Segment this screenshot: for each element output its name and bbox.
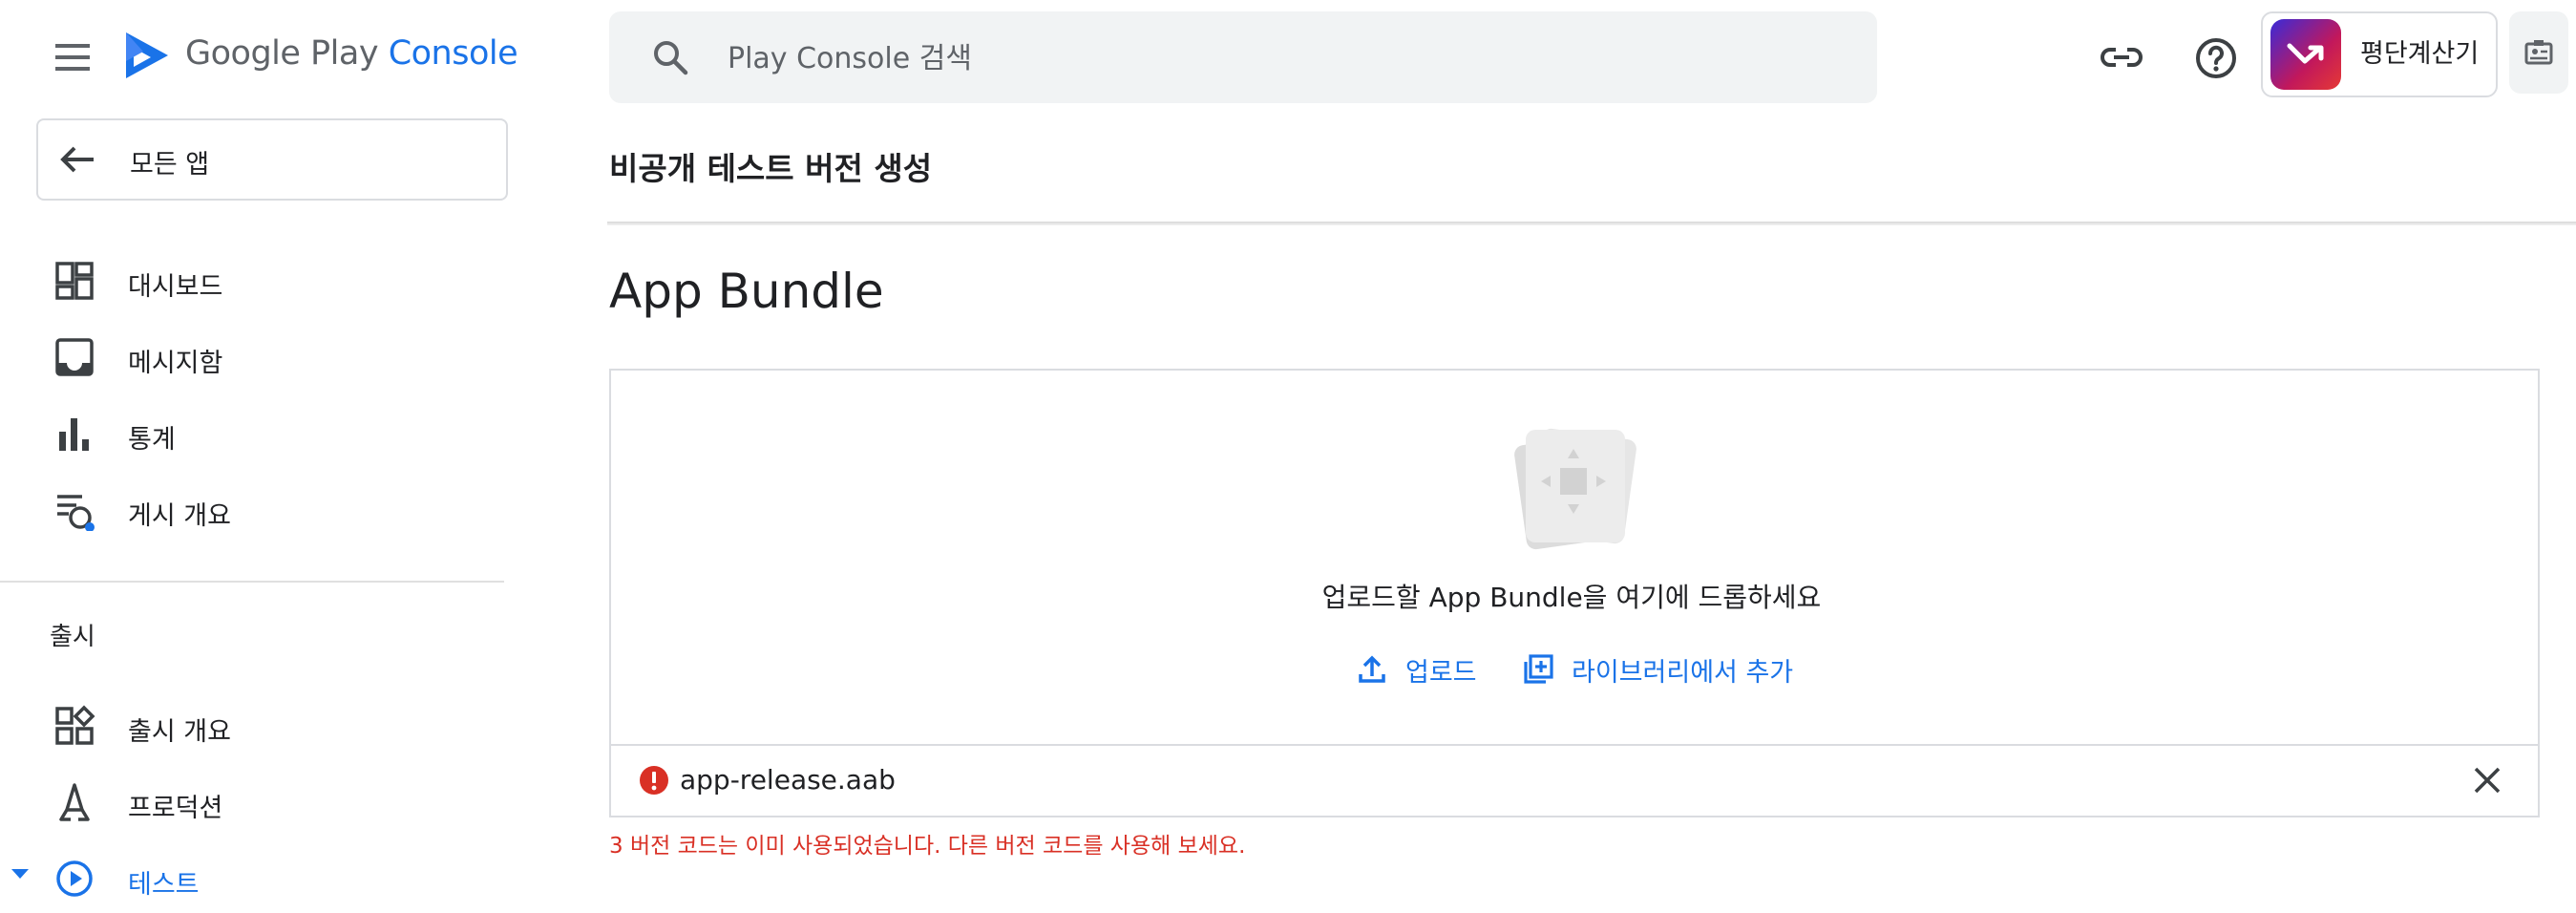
copy-link-button[interactable]: [2097, 32, 2146, 82]
help-button[interactable]: [2190, 32, 2242, 84]
add-from-library-label: 라이브러리에서 추가: [1572, 658, 1794, 688]
sidebar-item-label: 메시지함: [128, 349, 223, 378]
testing-icon: [56, 860, 93, 897]
close-icon: [2474, 767, 2501, 794]
remove-file-button[interactable]: [2469, 762, 2505, 798]
all-apps-button[interactable]: 모든 앱: [36, 118, 508, 201]
sidebar-item-label: 프로덕션: [128, 794, 223, 823]
section-heading: App Bundle: [609, 264, 884, 319]
dashboard-icon: [55, 262, 94, 300]
upload-icon: [1359, 655, 1385, 683]
sidebar-item-publishing-overview[interactable]: 게시 개요: [0, 476, 504, 544]
sidebar-item-dashboard[interactable]: 대시보드: [0, 246, 504, 315]
production-icon: [59, 783, 90, 821]
brand-suffix: Console: [388, 34, 518, 73]
page-title: 비공개 테스트 버전 생성: [609, 150, 933, 187]
sidebar-item-label: 대시보드: [128, 272, 223, 302]
brand-name: Google Play: [185, 34, 379, 73]
play-console-logo-icon: [122, 29, 172, 82]
sidebar-item-statistics[interactable]: 통계: [0, 399, 504, 468]
sidebar-item-release-overview[interactable]: 출시 개요: [0, 691, 504, 760]
statistics-icon: [59, 418, 89, 451]
library-add-icon: [1524, 654, 1553, 684]
arrow-back-icon: [60, 146, 94, 173]
search-input[interactable]: [726, 27, 1827, 90]
drop-instruction: 업로드할 App Bundle을 여기에 드롭하세요: [1321, 582, 1822, 613]
header-divider: [607, 222, 2576, 225]
error-icon: [638, 764, 670, 796]
release-overview-icon: [55, 705, 95, 745]
product-brand[interactable]: Google Play Console: [185, 34, 518, 73]
app-name: 평단계산기: [2360, 39, 2480, 69]
inbox-icon: [55, 338, 94, 376]
upload-label: 업로드: [1405, 658, 1477, 688]
app-icon: [2270, 19, 2341, 90]
file-row-divider: [611, 744, 2538, 746]
sidebar-item-label: 테스트: [128, 870, 200, 900]
help-icon: [2196, 38, 2236, 78]
sidebar-item-label: 통계: [128, 425, 176, 455]
sidebar-item-testing[interactable]: 테스트: [0, 844, 504, 913]
link-icon: [2101, 48, 2143, 67]
app-bundle-icon: [1505, 420, 1648, 563]
sidebar-item-label: 출시 개요: [128, 717, 231, 747]
uploaded-file-name: app-release.aab: [680, 764, 896, 796]
search-icon: [649, 36, 691, 78]
sidebar-section-label: 출시: [50, 623, 95, 651]
sidebar-item-label: 게시 개요: [128, 501, 231, 531]
sidebar-item-inbox[interactable]: 메시지함: [0, 323, 504, 392]
account-badge-icon: [2524, 40, 2553, 65]
error-message: 3 버전 코드는 이미 사용되었습니다. 다른 버전 코드를 사용해 보세요.: [609, 834, 1246, 859]
app-switcher[interactable]: 평단계산기: [2261, 11, 2498, 97]
publishing-overview-icon: [57, 495, 95, 531]
all-apps-label: 모든 앱: [130, 150, 210, 180]
hamburger-menu-icon: [55, 44, 90, 71]
developer-account-button[interactable]: [2509, 11, 2568, 94]
sidebar-item-production[interactable]: 프로덕션: [0, 768, 504, 837]
main-menu-button[interactable]: [50, 36, 97, 78]
